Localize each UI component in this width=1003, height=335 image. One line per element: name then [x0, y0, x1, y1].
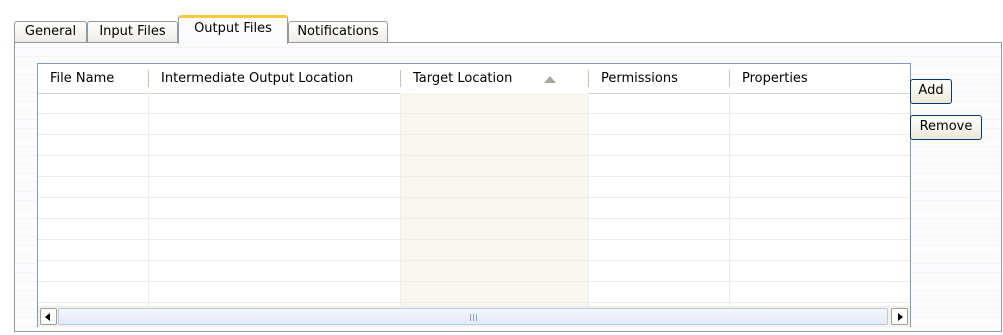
table-row[interactable]: [38, 156, 910, 177]
scroll-thumb-grip-icon: [470, 314, 477, 321]
scroll-right-arrow-icon: [898, 313, 903, 321]
output-files-table: File Name Intermediate Output Location T…: [37, 63, 911, 327]
tab-output-files[interactable]: Output Files: [178, 15, 288, 44]
tab-notifications[interactable]: Notifications: [288, 21, 388, 43]
table-row[interactable]: [38, 240, 910, 261]
table-row[interactable]: [38, 198, 910, 219]
remove-button[interactable]: Remove: [910, 115, 982, 140]
column-header-file-name[interactable]: File Name: [38, 64, 148, 93]
column-header-intermediate-output-location[interactable]: Intermediate Output Location: [149, 64, 400, 93]
tab-general[interactable]: General: [14, 21, 87, 43]
table-row[interactable]: [38, 93, 910, 114]
table-row[interactable]: [38, 177, 910, 198]
table-row[interactable]: [38, 219, 910, 240]
table-row[interactable]: [38, 261, 910, 282]
scroll-right-button[interactable]: [891, 308, 908, 325]
column-header-target-location[interactable]: Target Location: [401, 64, 588, 93]
horizontal-scrollbar[interactable]: [38, 306, 910, 327]
add-button[interactable]: Add: [910, 79, 952, 104]
column-header-permissions[interactable]: Permissions: [589, 64, 729, 93]
tab-input-files[interactable]: Input Files: [87, 21, 178, 43]
column-header-properties[interactable]: Properties: [730, 64, 910, 93]
table-row[interactable]: [38, 114, 910, 135]
table-row[interactable]: [38, 135, 910, 156]
table-row[interactable]: [38, 282, 910, 303]
output-files-panel: File Name Intermediate Output Location T…: [14, 42, 1002, 332]
sort-ascending-icon: [544, 76, 556, 83]
table-body[interactable]: [38, 93, 910, 306]
scroll-left-button[interactable]: [40, 308, 57, 325]
table-header: File Name Intermediate Output Location T…: [38, 64, 910, 94]
scroll-left-arrow-icon: [45, 313, 50, 321]
column-header-target-location-label: Target Location: [413, 71, 513, 86]
scrollbar-thumb[interactable]: [58, 308, 888, 325]
